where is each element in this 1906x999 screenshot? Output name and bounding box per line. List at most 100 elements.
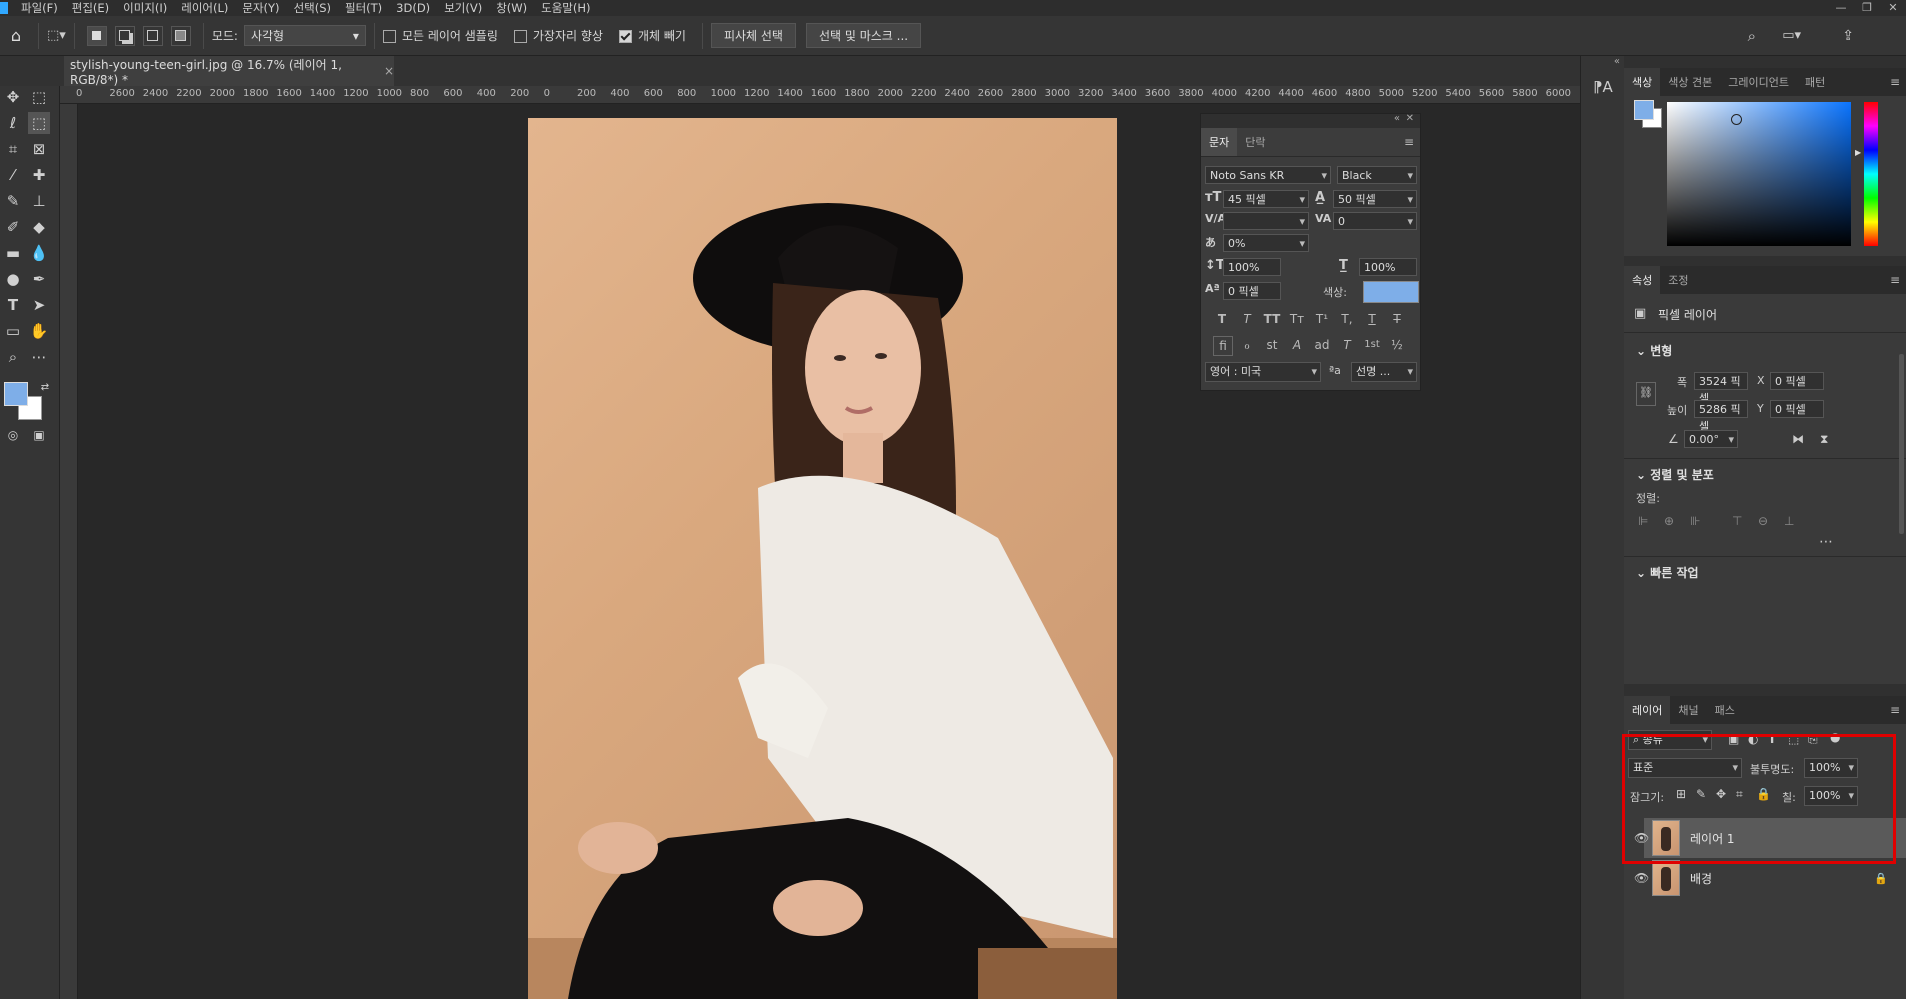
foreground-color-swatch[interactable] bbox=[4, 382, 28, 406]
search-icon[interactable]: ⌕ bbox=[1748, 27, 1756, 45]
workspace-icon[interactable]: ▭▾ bbox=[1782, 28, 1801, 43]
flip-horizontal-icon[interactable]: ⧓ bbox=[1792, 432, 1804, 446]
collapse-panel-icon[interactable]: « bbox=[1394, 113, 1400, 124]
intersect-selection-button[interactable] bbox=[170, 25, 191, 46]
mode-dropdown[interactable]: 사각형 ▾ bbox=[243, 25, 366, 46]
text-color-swatch[interactable] bbox=[1363, 281, 1419, 303]
crop-tool-icon[interactable]: ⌗ bbox=[2, 138, 24, 160]
pen-tool-icon[interactable]: ✒ bbox=[28, 268, 50, 290]
tab-channels[interactable]: 채널 bbox=[1670, 696, 1706, 724]
discretionary-lig-button[interactable]: st bbox=[1263, 336, 1281, 354]
zoom-tool-icon[interactable]: ⌕ bbox=[2, 346, 24, 368]
align-vcenter-icon[interactable]: ⊖ bbox=[1758, 514, 1768, 528]
titling-button[interactable]: T bbox=[1338, 336, 1356, 354]
horizontal-scale-field[interactable]: 100% bbox=[1359, 258, 1417, 276]
underline-button[interactable]: T bbox=[1363, 310, 1381, 328]
ligatures-button[interactable]: fi bbox=[1213, 336, 1233, 356]
height-field[interactable]: 5286 픽셀 bbox=[1694, 400, 1748, 433]
object-subtract-checkbox[interactable]: 개체 빼기 bbox=[618, 27, 686, 44]
panel-menu-icon[interactable]: ≡ bbox=[1404, 135, 1414, 149]
menu-window[interactable]: 창(W) bbox=[489, 0, 534, 16]
eraser-tool-icon[interactable]: ◆ bbox=[28, 216, 50, 238]
eyedropper-tool-icon[interactable]: ⁄ bbox=[2, 164, 24, 186]
close-window-icon[interactable]: ✕ bbox=[1880, 0, 1906, 15]
path-select-icon[interactable]: ➤ bbox=[28, 294, 50, 316]
tab-layers[interactable]: 레이어 bbox=[1624, 696, 1671, 724]
menu-select[interactable]: 선택(S) bbox=[287, 0, 338, 16]
share-icon[interactable]: ⇪ bbox=[1842, 28, 1854, 44]
object-select-tool-icon[interactable]: ⬚ bbox=[28, 112, 50, 134]
transform-section[interactable]: ⌄ 변형 bbox=[1636, 342, 1672, 359]
align-top-icon[interactable]: ⊤ bbox=[1732, 514, 1742, 528]
panel-menu-icon[interactable]: ≡ bbox=[1890, 273, 1900, 287]
enhance-edge-checkbox[interactable]: 가장자리 향상 bbox=[513, 27, 603, 44]
history-brush-icon[interactable]: ✐ bbox=[2, 216, 24, 238]
menu-help[interactable]: 도움말(H) bbox=[534, 0, 597, 16]
tab-character[interactable]: 문자 bbox=[1201, 128, 1238, 156]
hue-slider[interactable] bbox=[1864, 102, 1878, 246]
tab-adjustments[interactable]: 조정 bbox=[1660, 266, 1696, 294]
angle-field[interactable]: 0.00° ▾ bbox=[1684, 430, 1738, 448]
sample-all-layers-checkbox[interactable]: 모든 레이어 샘플링 bbox=[382, 27, 498, 44]
menu-file[interactable]: 파일(F) bbox=[14, 0, 65, 16]
subscript-button[interactable]: T, bbox=[1338, 310, 1356, 328]
leading-field[interactable]: 50 픽셀 ▾ bbox=[1333, 190, 1417, 208]
menu-view[interactable]: 보기(V) bbox=[437, 0, 489, 16]
fractions-button[interactable]: ½ bbox=[1388, 336, 1406, 354]
select-subject-button[interactable]: 피사체 선택 bbox=[710, 23, 796, 48]
menu-edit[interactable]: 편집(E) bbox=[65, 0, 116, 16]
y-field[interactable]: 0 픽셀 bbox=[1770, 400, 1824, 418]
align-hcenter-icon[interactable]: ⊕ bbox=[1664, 514, 1674, 528]
menu-3d[interactable]: 3D(D) bbox=[389, 1, 437, 15]
small-caps-button[interactable]: Tт bbox=[1288, 310, 1306, 328]
layer-row[interactable]: 👁 배경 🔒 bbox=[1634, 858, 1906, 898]
tsume-field[interactable]: 0% ▾ bbox=[1223, 234, 1309, 252]
rectangle-tool-icon[interactable]: ▭ bbox=[2, 320, 24, 342]
all-caps-button[interactable]: TT bbox=[1263, 310, 1281, 328]
healing-brush-icon[interactable]: ✚ bbox=[28, 164, 50, 186]
faux-italic-button[interactable]: T bbox=[1238, 310, 1256, 328]
baseline-shift-field[interactable]: 0 픽셀 bbox=[1223, 282, 1281, 300]
flip-vertical-icon[interactable]: ⧗ bbox=[1820, 432, 1828, 447]
tab-properties[interactable]: 속성 bbox=[1624, 266, 1661, 294]
more-options-icon[interactable]: ⋯ bbox=[1819, 534, 1833, 550]
tab-color[interactable]: 색상 bbox=[1624, 68, 1661, 96]
hue-slider-handle-icon[interactable]: ▶ bbox=[1855, 148, 1861, 157]
tab-patterns[interactable]: 패턴 bbox=[1797, 68, 1833, 96]
blur-tool-icon[interactable]: 💧 bbox=[28, 242, 50, 264]
tool-preset-icon[interactable]: ⬚▾ bbox=[47, 28, 66, 43]
menu-filter[interactable]: 필터(T) bbox=[338, 0, 389, 16]
type-tool-icon[interactable]: T bbox=[2, 294, 24, 316]
kerning-field[interactable]: ▾ bbox=[1223, 212, 1309, 230]
width-field[interactable]: 3524 픽셀 bbox=[1694, 372, 1748, 405]
menu-layer[interactable]: 레이어(L) bbox=[174, 0, 235, 16]
antialias-dropdown[interactable]: 선명 ... ▾ bbox=[1351, 362, 1417, 382]
expand-panels-icon[interactable]: « bbox=[1614, 56, 1620, 67]
language-dropdown[interactable]: 영어 : 미국 ▾ bbox=[1205, 362, 1321, 382]
document-tab[interactable]: stylish-young-teen-girl.jpg @ 16.7% (레이어… bbox=[64, 56, 394, 87]
gradient-tool-icon[interactable]: ▬ bbox=[2, 242, 24, 264]
menu-image[interactable]: 이미지(I) bbox=[116, 0, 174, 16]
dodge-tool-icon[interactable]: ● bbox=[2, 268, 24, 290]
fg-color-chip[interactable] bbox=[1634, 100, 1654, 120]
align-right-icon[interactable]: ⊪ bbox=[1690, 514, 1700, 528]
panel-menu-icon[interactable]: ≡ bbox=[1890, 75, 1900, 89]
faux-bold-button[interactable]: T bbox=[1213, 310, 1231, 328]
font-family-dropdown[interactable]: Noto Sans KR ▾ bbox=[1205, 166, 1331, 184]
align-bottom-icon[interactable]: ⊥ bbox=[1784, 514, 1794, 528]
align-left-icon[interactable]: ⊫ bbox=[1638, 514, 1648, 528]
color-field[interactable] bbox=[1667, 102, 1851, 246]
tab-paths[interactable]: 패스 bbox=[1707, 696, 1743, 724]
panel-menu-icon[interactable]: ≡ bbox=[1890, 703, 1900, 717]
tab-gradients[interactable]: 그레이디언트 bbox=[1720, 68, 1797, 96]
old-style-button[interactable]: ℴ bbox=[1238, 336, 1256, 354]
restore-icon[interactable]: ❐ bbox=[1854, 0, 1880, 15]
quick-actions-section[interactable]: ⌄ 빠른 작업 bbox=[1636, 564, 1699, 581]
properties-scrollbar[interactable] bbox=[1899, 354, 1904, 534]
vertical-scale-field[interactable]: 100% bbox=[1223, 258, 1281, 276]
swash-button[interactable]: A bbox=[1288, 336, 1306, 354]
menu-type[interactable]: 문자(Y) bbox=[235, 0, 286, 16]
ordinals-button[interactable]: 1st bbox=[1363, 336, 1381, 354]
stamp-tool-icon[interactable]: ⊥ bbox=[28, 190, 50, 212]
align-section[interactable]: ⌄ 정렬 및 분포 bbox=[1636, 466, 1714, 483]
